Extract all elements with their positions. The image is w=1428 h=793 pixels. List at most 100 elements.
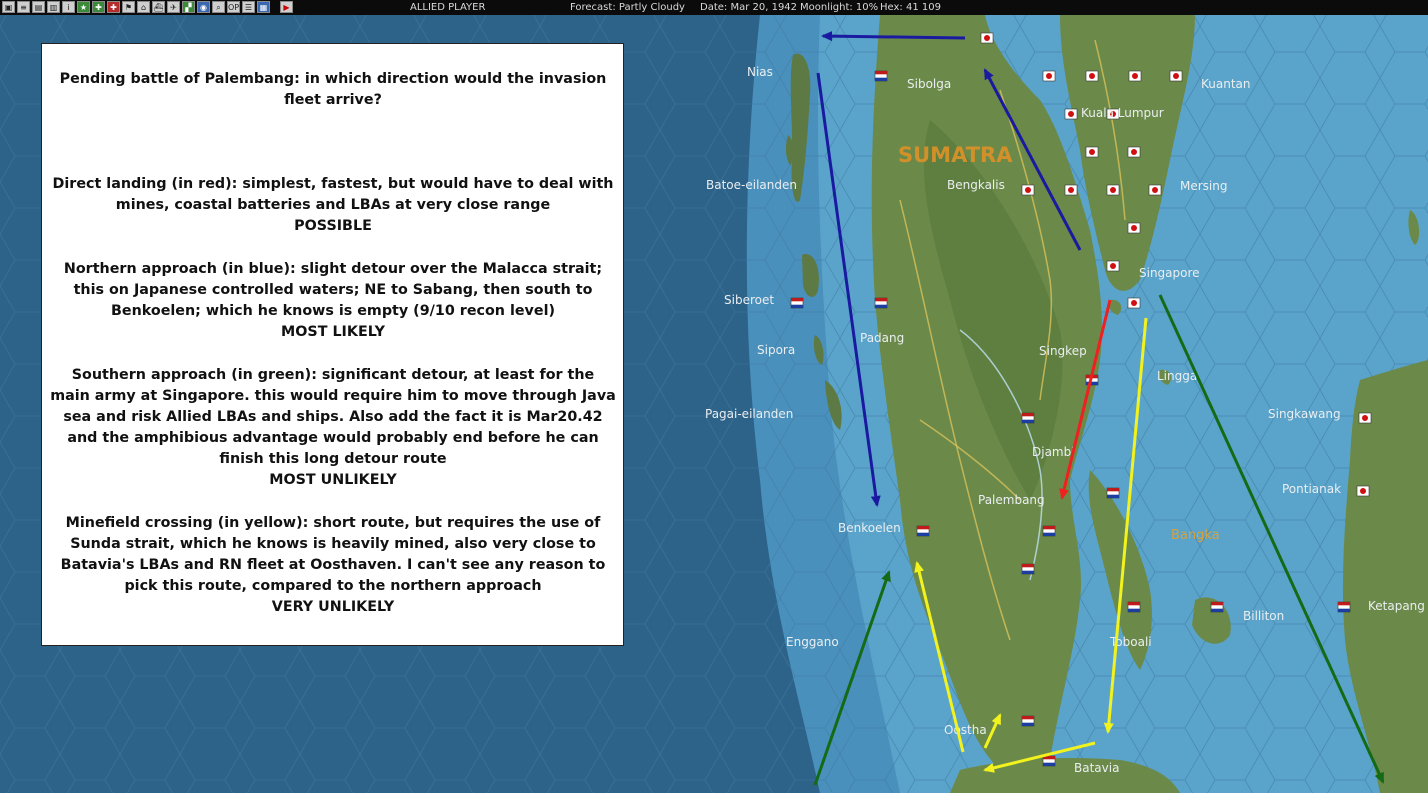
flag-icon[interactable]: ⚑ [122,1,135,13]
rising-sun-icon [1131,225,1137,231]
label-billiton: Billiton [1243,609,1284,623]
end-turn-icon[interactable]: ▶ [280,1,293,13]
label-bengkalis: Bengkalis [947,178,1005,192]
label-nias: Nias [747,65,773,79]
dutch-flag-blue-stripe [1022,570,1034,574]
list-icon[interactable]: ☰ [242,1,255,13]
dutch-flag-red-stripe [1128,602,1140,606]
southern-approach-text: Southern approach (in green): significan… [50,367,616,467]
rising-sun-icon [1046,73,1052,79]
label-oosthaven: Oostha [944,723,987,737]
label-sibolga: Sibolga [907,77,951,91]
star-icon[interactable]: ★ [77,1,90,13]
label-padang: Padang [860,331,904,345]
northern-approach-text: Northern approach (in blue): slight deto… [63,261,603,319]
label-kuala-lumpur: Kuala Lumpur [1081,106,1164,120]
ground-unit-icon[interactable]: ✚ [92,1,105,13]
toolbar-icon-row: ▣ ≡ ▤ ▥ i ★ ✚ ✚ ⚑ ⌂ ⛴ ✈ ▞ ◉ ⌕ OP ☰ ▦ ▶ [2,1,293,14]
dutch-flag-blue-stripe [1128,608,1140,612]
label-pagai: Pagai-eilanden [705,407,793,421]
label-palembang: Palembang [978,493,1045,507]
dutch-flag-red-stripe [791,298,803,302]
direct-landing-text: Direct landing (in red): simplest, faste… [52,176,614,213]
note-title: Pending battle of Palembang: in which di… [59,71,607,108]
blue-arrow-2 [821,31,966,42]
rising-sun-icon [1132,73,1138,79]
dutch-flag-blue-stripe [1086,381,1098,385]
dutch-flag-red-stripe [875,71,887,75]
airgroup-icon[interactable]: ✈ [167,1,180,13]
rising-sun-icon [1068,111,1074,117]
dutch-flag-red-stripe [1107,488,1119,492]
label-batavia: Batavia [1074,761,1119,775]
moonlight-label: Moonlight: 10% [800,2,879,13]
rising-sun-icon [1362,415,1368,421]
dutch-flag-red-stripe [1338,602,1350,606]
base-icon[interactable]: ⌂ [137,1,150,13]
dutch-flag-blue-stripe [875,304,887,308]
label-sipora: Sipora [757,343,795,357]
dutch-flag-blue-stripe [1338,608,1350,612]
report-icon[interactable]: ▤ [32,1,45,13]
dutch-flag-red-stripe [1022,413,1034,417]
label-enggano: Enggano [786,635,839,649]
northern-approach-verdict: MOST LIKELY [281,324,385,340]
dutch-flag-red-stripe [1022,716,1034,720]
dutch-flag-red-stripe [917,526,929,530]
top-toolbar: ▣ ≡ ▤ ▥ i ★ ✚ ✚ ⚑ ⌂ ⛴ ✈ ▞ ◉ ⌕ OP ☰ ▦ ▶ A… [0,0,1428,15]
document-icon[interactable]: ≡ [17,1,30,13]
label-mersing: Mersing [1180,179,1227,193]
convoy-icon[interactable]: ▞ [182,1,195,13]
label-kuantan: Kuantan [1201,77,1251,91]
rising-sun-icon [1110,187,1116,193]
label-ketapang: Ketapang [1368,599,1425,613]
info-icon[interactable]: i [62,1,75,13]
date-label: Date: Mar 20, 1942 [700,2,798,13]
label-siberoet: Siberoet [724,293,774,307]
forecast-label: Forecast: Partly Cloudy [570,2,685,13]
dutch-flag-red-stripe [1022,564,1034,568]
rising-sun-icon [1110,263,1116,269]
dutch-flag-blue-stripe [917,532,929,536]
dutch-flag-blue-stripe [875,77,887,81]
op-icon[interactable]: OP [227,1,240,13]
dutch-flag-red-stripe [1043,526,1055,530]
rising-sun-icon [1068,187,1074,193]
dutch-flag-blue-stripe [1043,762,1055,766]
southern-approach-verdict: MOST UNLIKELY [269,472,397,488]
rising-sun-icon [984,35,990,41]
hq-icon[interactable]: ✚ [107,1,120,13]
dutch-flag-blue-stripe [1022,419,1034,423]
rising-sun-icon [1131,149,1137,155]
direct-landing-verdict: POSSIBLE [294,218,372,234]
minefield-crossing-verdict: VERY UNLIKELY [271,599,395,615]
label-singkep: Singkep [1039,344,1087,358]
dutch-flag-red-stripe [875,298,887,302]
rising-sun-icon [1131,300,1137,306]
label-lingga: Lingga [1157,369,1197,383]
save-icon[interactable]: ▣ [2,1,15,13]
hex-label: Hex: 41 109 [880,2,941,13]
rising-sun-icon [1360,488,1366,494]
dutch-flag-blue-stripe [1022,722,1034,726]
label-bangka: Bangka [1171,528,1220,543]
rising-sun-icon [1089,73,1095,79]
analysis-note-panel: Pending battle of Palembang: in which di… [41,43,624,646]
player-label: ALLIED PLAYER [410,2,486,13]
report-alt-icon[interactable]: ▥ [47,1,60,13]
label-sumatra: SUMATRA [898,143,1013,167]
rising-sun-icon [1152,187,1158,193]
search-icon[interactable]: ⌕ [212,1,225,13]
chart-icon[interactable]: ▦ [257,1,270,13]
label-benkoelen: Benkoelen [838,521,901,535]
label-singkawang: Singkawang [1268,407,1341,421]
label-batoe: Batoe-eilanden [706,178,797,192]
minefield-crossing-text: Minefield crossing (in yellow): short ro… [60,515,606,594]
label-singapore: Singapore [1139,266,1200,280]
globe-icon[interactable]: ◉ [197,1,210,13]
rising-sun-icon [1173,73,1179,79]
ship-icon[interactable]: ⛴ [152,1,165,13]
dutch-flag-blue-stripe [1211,608,1223,612]
dutch-flag-blue-stripe [1107,494,1119,498]
dutch-flag-blue-stripe [1043,532,1055,536]
